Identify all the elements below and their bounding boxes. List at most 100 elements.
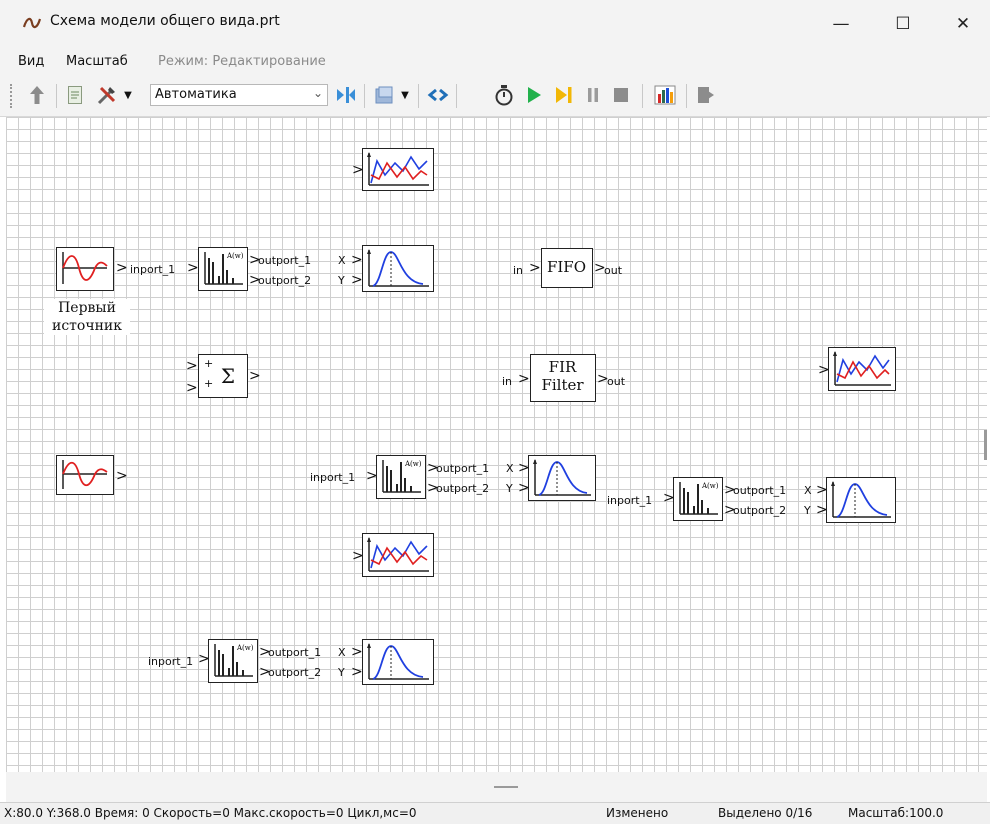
minimize-button[interactable]: — <box>818 8 864 40</box>
fit-button[interactable] <box>334 82 358 108</box>
status-bar: X:80.0 Y:368.0 Время: 0 Скорость=0 Макс.… <box>0 802 990 824</box>
tools-dropdown-button[interactable]: ▼ <box>121 82 135 108</box>
outport2-label: outport_2 <box>733 504 787 517</box>
vertical-splitter-grip[interactable] <box>984 430 987 460</box>
bar-chart-icon <box>654 85 676 105</box>
stop-button[interactable] <box>610 82 632 108</box>
port-arrow: > <box>529 260 541 276</box>
fit-width-icon <box>337 87 355 103</box>
xy-plot-block[interactable] <box>826 477 896 523</box>
app-icon <box>22 17 42 29</box>
port-arrow: > <box>351 272 363 288</box>
fifo-label: FIFO <box>546 258 587 276</box>
stopwatch-icon <box>495 85 513 106</box>
mode-select-value: Автоматика <box>155 87 237 102</box>
toolbar-separator <box>686 84 687 108</box>
link-button[interactable] <box>426 82 450 108</box>
spectrum-icon: A(w) <box>204 252 244 285</box>
xy-plot-block[interactable] <box>362 245 434 292</box>
layers-dropdown-button[interactable]: ▼ <box>398 82 412 108</box>
xy-plot-icon <box>533 459 591 496</box>
outport1-label: outport_1 <box>733 484 787 497</box>
layers-button[interactable] <box>372 82 396 108</box>
outport1-label: outport_1 <box>436 462 490 475</box>
outport2-label: outport_2 <box>258 274 312 287</box>
svg-text:A(w): A(w) <box>226 252 244 260</box>
menu-bar: Вид Масштаб Режим: Редактирование <box>0 48 990 76</box>
svg-text:A(w): A(w) <box>236 644 254 652</box>
menu-view[interactable]: Вид <box>18 54 44 69</box>
up-button[interactable] <box>26 82 48 108</box>
svg-text:A(w): A(w) <box>701 482 719 490</box>
window-title: Схема модели общего вида.prt <box>50 13 280 29</box>
inport-label: inport_1 <box>607 494 653 507</box>
x-label: X <box>338 646 346 659</box>
time-plot-icon <box>833 351 891 386</box>
source-caption: Первый источник <box>44 299 130 335</box>
source-block[interactable] <box>56 247 114 291</box>
y-label: Y <box>338 274 345 287</box>
tools-icon <box>97 86 116 105</box>
chart-button[interactable] <box>652 82 678 108</box>
run-button[interactable] <box>522 82 546 108</box>
port-arrow: > <box>116 468 128 484</box>
stop-icon <box>614 88 628 102</box>
maximize-button[interactable]: ☐ <box>880 8 926 40</box>
sine-source-icon <box>62 252 108 284</box>
toolbar-separator <box>56 84 57 108</box>
spectrum-block[interactable]: A(w) <box>673 477 723 521</box>
exit-icon <box>698 87 714 103</box>
x-label: X <box>338 254 346 267</box>
xy-plot-block[interactable] <box>362 639 434 685</box>
spectrum-block[interactable]: A(w) <box>208 639 258 683</box>
port-arrow: > <box>116 260 128 276</box>
out-label: out <box>604 264 623 277</box>
plot-block[interactable] <box>362 533 434 577</box>
outport1-label: outport_1 <box>258 254 312 267</box>
inport-label: inport_1 <box>148 655 194 668</box>
source-block[interactable] <box>56 455 114 495</box>
outport2-label: outport_2 <box>268 666 322 679</box>
layers-icon <box>375 86 393 104</box>
x-label: X <box>506 462 514 475</box>
xy-plot-block[interactable] <box>528 455 596 501</box>
timer-button[interactable] <box>492 82 516 108</box>
play-icon <box>528 87 541 103</box>
minimize-icon: — <box>832 14 850 34</box>
pause-button[interactable] <box>582 82 604 108</box>
model-canvas[interactable]: > > Первый источник inport_1 > A(w) > ou… <box>6 117 987 772</box>
step-button[interactable] <box>552 82 576 108</box>
inport-label: inport_1 <box>310 471 356 484</box>
exit-button[interactable] <box>694 82 718 108</box>
sum-block[interactable]: + + Σ <box>198 354 248 398</box>
horizontal-splitter[interactable] <box>6 772 987 802</box>
fir-label: FIR <box>548 358 577 376</box>
xy-plot-icon <box>367 643 429 680</box>
spectrum-block[interactable]: A(w) <box>376 455 426 499</box>
mode-select[interactable]: Автоматика ⌄ <box>150 84 328 106</box>
tools-button[interactable] <box>94 82 120 108</box>
in-label: in <box>513 264 524 277</box>
toolbar-separator <box>456 84 457 108</box>
outport1-label: outport_1 <box>268 646 322 659</box>
close-button[interactable]: ✕ <box>940 8 986 40</box>
y-label: Y <box>804 504 811 517</box>
out-label: out <box>607 375 626 388</box>
plus-sign: + <box>204 357 214 370</box>
plot-block[interactable] <box>828 347 896 391</box>
toolbar-separator <box>418 84 419 108</box>
chevron-down-icon: ⌄ <box>312 86 323 100</box>
dropdown-arrow-icon: ▼ <box>401 89 409 101</box>
fifo-block[interactable]: FIFO <box>541 248 593 288</box>
status-coords: X:80.0 Y:368.0 Время: 0 Скорость=0 Макс.… <box>4 806 417 820</box>
toolbar-grip[interactable] <box>10 84 16 108</box>
sine-source-icon <box>62 460 108 489</box>
spectrum-block[interactable]: A(w) <box>198 247 248 291</box>
fir-filter-block[interactable]: FIR Filter <box>530 354 596 402</box>
document-button[interactable] <box>64 82 86 108</box>
y-label: Y <box>506 482 513 495</box>
menu-scale[interactable]: Масштаб <box>66 54 128 69</box>
toolbar: ▼ Автоматика ⌄ ▼ <box>0 76 990 117</box>
filter-label: Filter <box>541 376 584 394</box>
plot-block[interactable] <box>362 148 434 191</box>
